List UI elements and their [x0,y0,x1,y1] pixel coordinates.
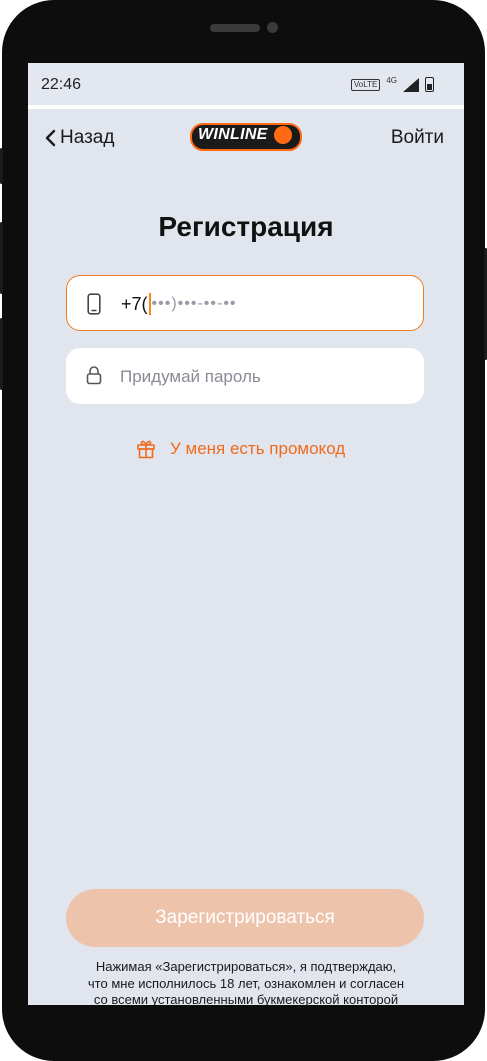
logo-text: WINLINE [198,126,268,143]
back-label: Назад [60,127,115,148]
volte-badge: VoLTE [350,78,381,91]
front-camera [267,22,278,33]
back-button[interactable]: Назад [44,127,114,149]
speaker-grille [210,24,260,32]
status-divider [28,105,464,109]
status-time: 22:46 [41,76,82,93]
lock-icon [86,366,102,385]
winline-logo: WINLINE [190,123,302,151]
status-bar: 22:46 VoLTE 4G [28,63,464,105]
app-screen: 22:46 VoLTE 4G Назад WINLINE Войти Регис… [28,63,464,1005]
signal-icon [403,77,419,92]
phone-value: +7( •••)•••-••-•• [121,293,237,315]
phone-side-button-left [0,148,3,184]
promo-label: У меня есть промокод [170,439,346,458]
disclaimer-line: Нажимая «Зарегистрироваться», я подтверж… [95,959,397,974]
password-input[interactable]: Придумай пароль [66,348,424,404]
chevron-left-icon [45,129,56,147]
login-link[interactable]: Войти [391,127,444,149]
logo-dot [274,126,292,144]
promo-code-link[interactable]: У меня есть промокод [136,439,345,459]
phone-side-button-left [0,222,3,294]
phone-side-button-left [0,318,3,390]
gift-icon [137,440,155,459]
battery-icon [425,77,434,92]
disclaimer-line: со всеми установленными букмекерской кон… [93,992,399,1005]
smartphone-icon [87,293,101,315]
password-placeholder: Придумай пароль [120,367,261,386]
status-icons: VoLTE 4G [350,76,434,92]
phone-frame: 22:46 VoLTE 4G Назад WINLINE Войти Регис… [2,0,485,1061]
network-type: 4G [386,76,397,85]
legal-disclaimer: Нажимая «Зарегистрироваться», я подтверж… [78,959,414,1005]
disclaimer-line: что мне исполнилось 18 лет, ознакомлен и… [87,975,405,991]
page-title: Регистрация [158,211,334,242]
phone-input[interactable]: +7( •••)•••-••-•• [66,275,424,331]
register-label: Зарегистрироваться [155,907,335,928]
phone-mask: •••)•••-••-•• [151,295,237,312]
text-caret [148,293,151,315]
phone-prefix: +7( [121,293,148,314]
register-button[interactable]: Зарегистрироваться [66,889,424,947]
